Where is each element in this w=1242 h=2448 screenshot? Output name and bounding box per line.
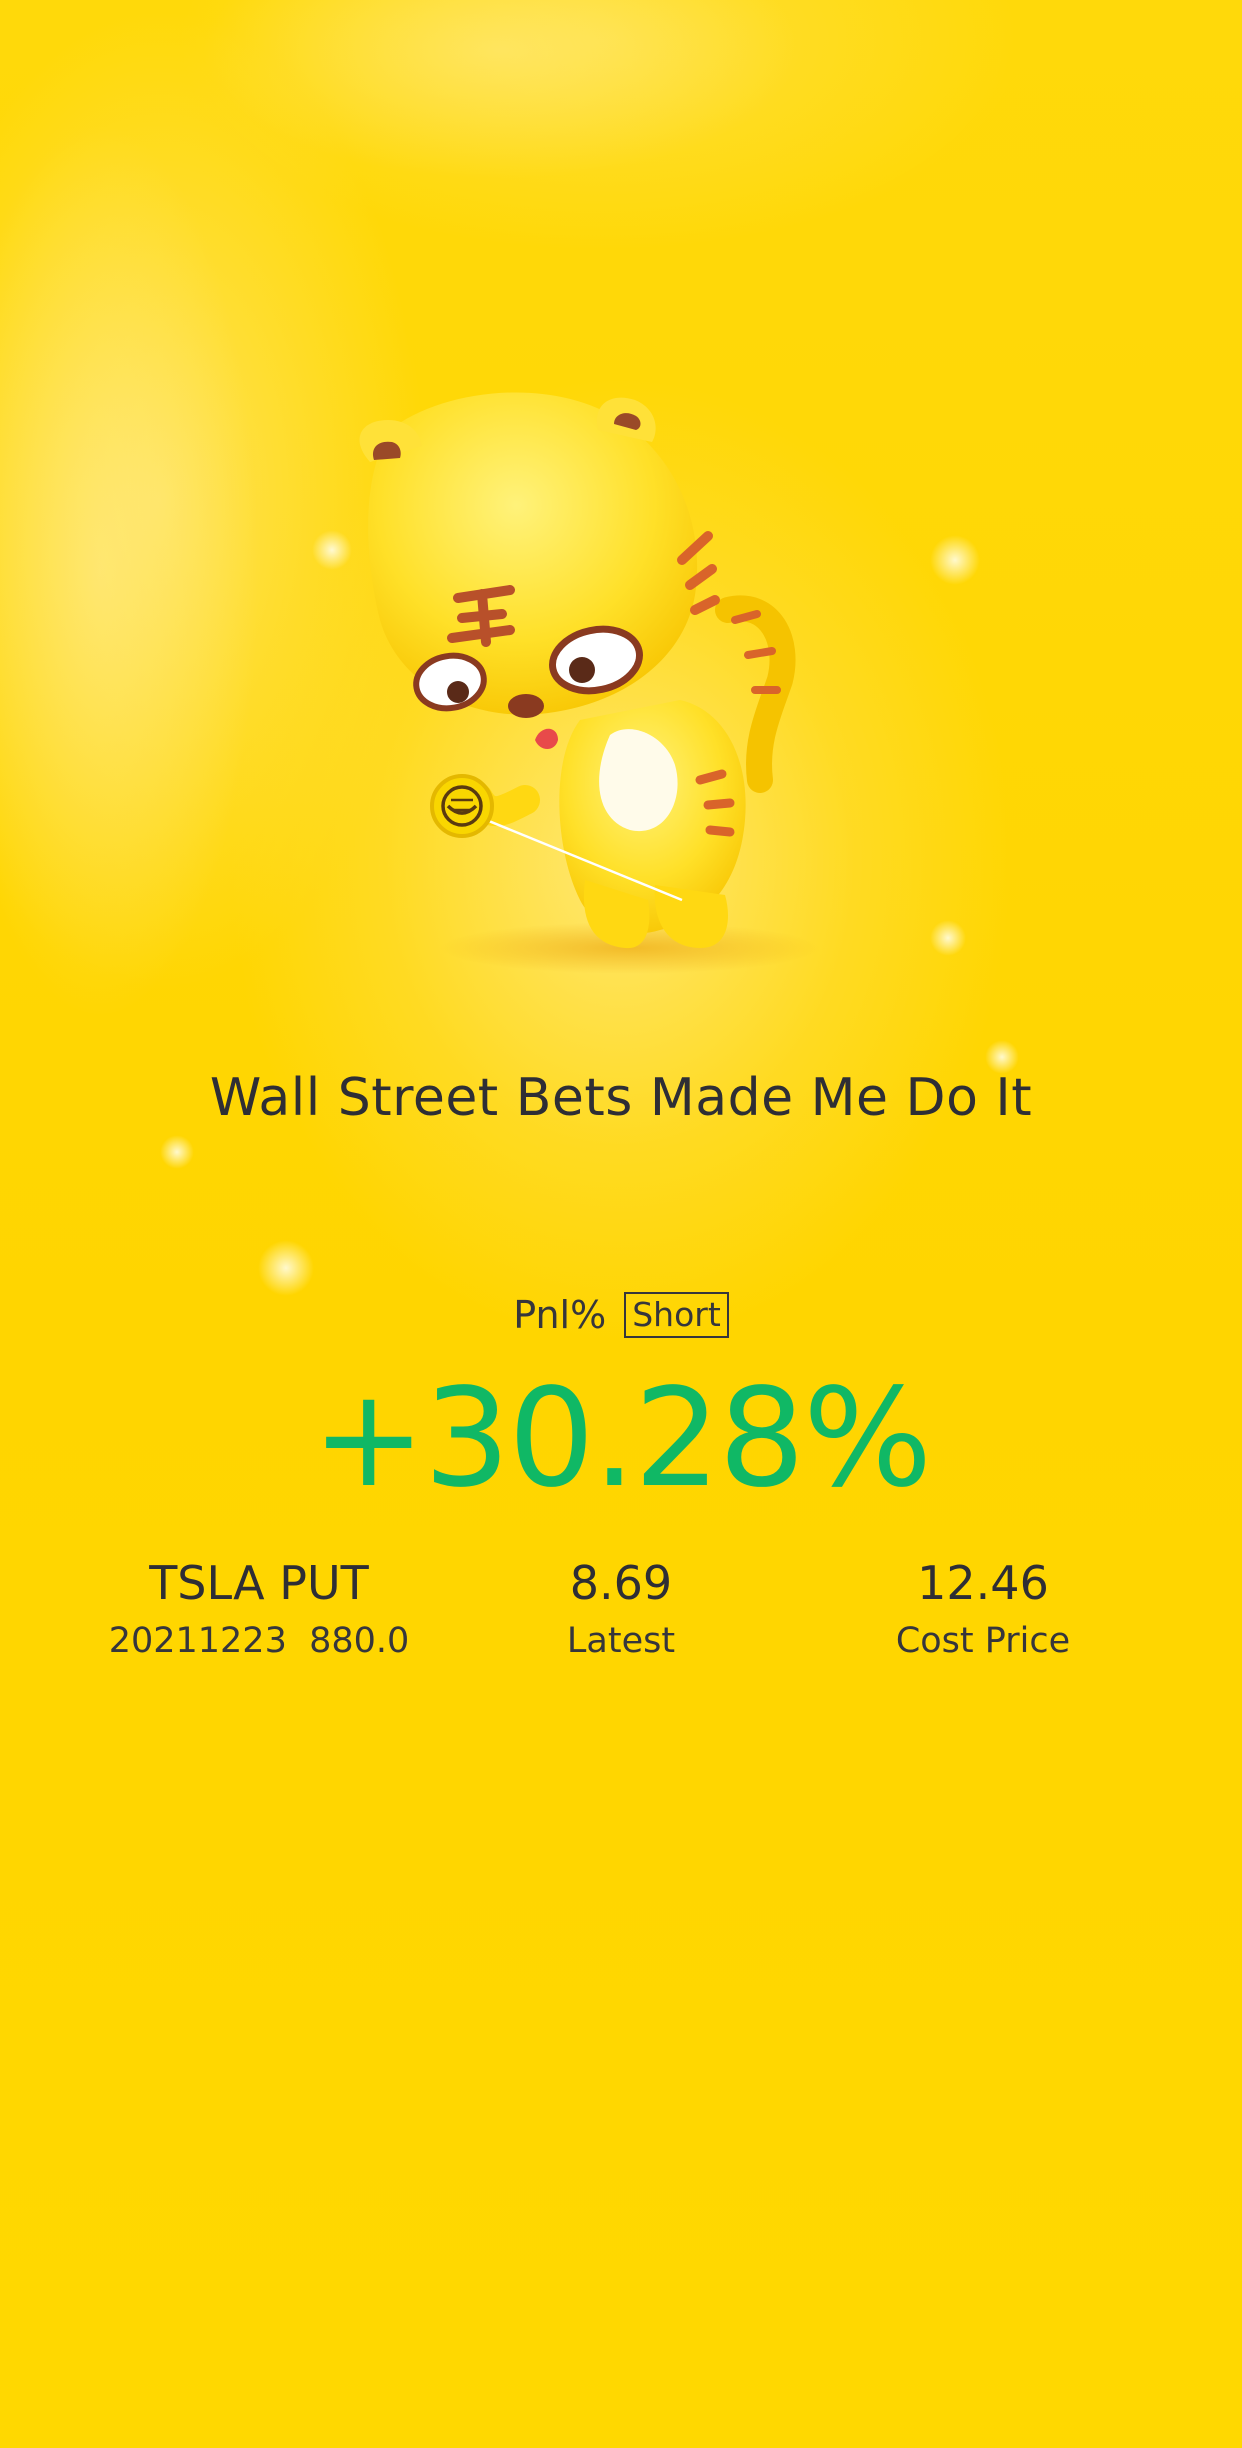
latest-price-value: 8.69 xyxy=(569,1556,673,1610)
cost-price-label: Cost Price xyxy=(895,1621,1071,1661)
latest-price-label: Latest xyxy=(566,1621,676,1661)
position-symbol: TSLA PUT xyxy=(149,1556,369,1610)
tiger-mascot-yoyo-icon xyxy=(359,392,820,974)
position-symbol-block: TSLA PUT 20211223 880.0 xyxy=(79,1553,439,1669)
latest-price-block: 8.69 Latest xyxy=(441,1553,801,1669)
card-title: Wall Street Bets Made Me Do It xyxy=(209,1068,1033,1128)
cost-price-value: 12.46 xyxy=(917,1556,1049,1610)
pnl-label: Pnl% xyxy=(513,1293,607,1337)
sparkle xyxy=(258,1240,314,1296)
pnl-percentage: +30.28% xyxy=(311,1360,933,1518)
sparkle xyxy=(930,920,966,956)
sparkle xyxy=(160,1135,194,1169)
card-background xyxy=(0,0,1242,2448)
position-expiry-strike: 20211223 880.0 xyxy=(108,1621,410,1661)
sparkle xyxy=(930,535,980,585)
cost-price-block: 12.46 Cost Price xyxy=(803,1553,1163,1669)
pnl-header: Pnl% Short xyxy=(0,1292,1242,1338)
direction-badge: Short xyxy=(624,1292,729,1338)
